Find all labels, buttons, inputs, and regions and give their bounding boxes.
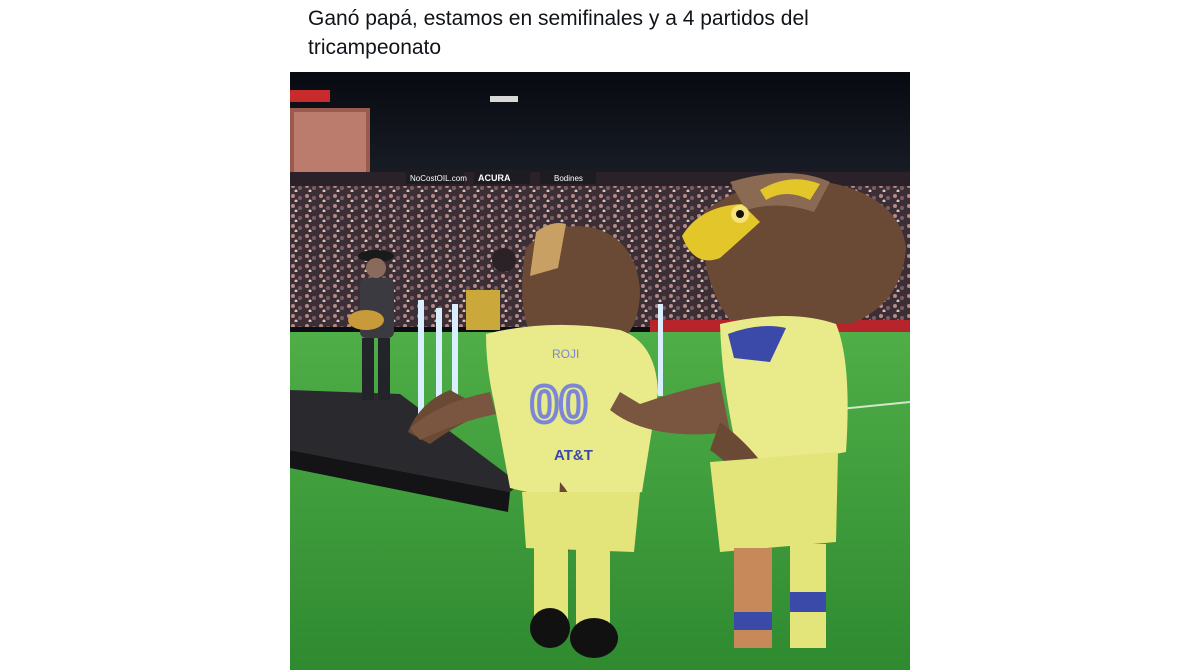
ad-board-2-text: ACURA bbox=[478, 173, 511, 183]
ad-board-3-text: Bodines bbox=[554, 174, 583, 183]
jersey-name: ROJI bbox=[552, 347, 579, 361]
tweet-post: Ganó papá, estamos en semifinales y a 4 … bbox=[290, 0, 910, 670]
stadium-light bbox=[490, 96, 518, 102]
video-frame: NoCostOIL.com ACURA Bodines 00 ROJI AT&T bbox=[290, 72, 910, 670]
red-sign bbox=[290, 90, 330, 102]
jersey-sponsor: AT&T bbox=[554, 447, 593, 464]
ad-board-1-text: NoCostOIL.com bbox=[410, 174, 467, 183]
light-pole bbox=[418, 300, 424, 422]
post-media-video[interactable]: NoCostOIL.com ACURA Bodines 00 ROJI AT&T bbox=[290, 72, 910, 670]
post-text: Ganó papá, estamos en semifinales y a 4 … bbox=[308, 7, 809, 59]
jersey-number: 00 bbox=[530, 376, 588, 434]
